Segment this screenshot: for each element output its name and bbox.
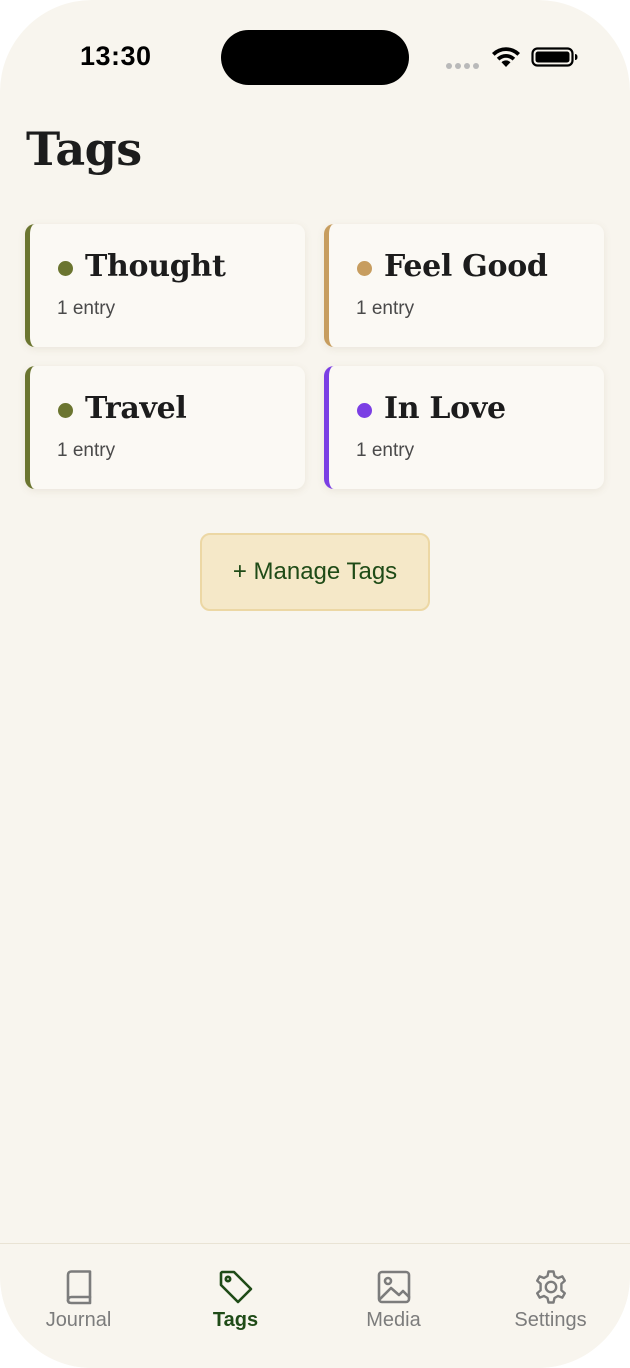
tag-card-feel-good[interactable]: Feel Good 1 entry — [324, 224, 604, 347]
wifi-icon — [492, 47, 520, 67]
tag-color-dot — [357, 261, 372, 276]
tab-label: Journal — [45, 1309, 112, 1331]
tag-name: In Love — [384, 391, 506, 426]
tag-color-dot — [357, 403, 372, 418]
book-icon — [66, 1270, 91, 1305]
tag-entry-count: 1 entry — [57, 298, 116, 319]
tab-label: Media — [366, 1309, 421, 1331]
tab-tags[interactable]: Tags — [157, 1244, 314, 1354]
tab-media[interactable]: Media — [315, 1244, 472, 1354]
tab-settings[interactable]: Settings — [472, 1244, 629, 1354]
app-screen: 13:30 Tags Thought 1 entry Feel Good 1 e… — [0, 0, 630, 1368]
tag-card-travel[interactable]: Travel 1 entry — [25, 366, 305, 489]
tag-entry-count: 1 entry — [356, 440, 415, 461]
tag-card-in-love[interactable]: In Love 1 entry — [324, 366, 604, 489]
manage-tags-button[interactable]: + Manage Tags — [200, 533, 430, 611]
tag-icon — [219, 1270, 252, 1304]
tab-journal[interactable]: Journal — [0, 1244, 157, 1354]
tab-label: Settings — [514, 1309, 587, 1331]
tag-card-thought[interactable]: Thought 1 entry — [25, 224, 305, 347]
tag-name: Thought — [85, 249, 226, 284]
page-title: Tags — [26, 122, 142, 176]
tag-name: Feel Good — [384, 249, 548, 284]
status-time: 13:30 — [80, 41, 152, 71]
battery-icon — [531, 47, 578, 67]
tag-entry-count: 1 entry — [57, 440, 116, 461]
tab-label: Tags — [212, 1309, 259, 1331]
status-bar: 13:30 — [0, 0, 630, 110]
cellular-signal-icon — [446, 63, 479, 69]
tag-entry-count: 1 entry — [356, 298, 415, 319]
image-icon — [377, 1270, 410, 1304]
tag-color-dot — [58, 261, 73, 276]
tag-color-dot — [58, 403, 73, 418]
tag-name: Travel — [85, 391, 187, 426]
dynamic-island — [221, 30, 409, 85]
gear-icon — [535, 1270, 566, 1304]
tab-bar: Journal Tags Media Settings — [0, 1243, 630, 1368]
